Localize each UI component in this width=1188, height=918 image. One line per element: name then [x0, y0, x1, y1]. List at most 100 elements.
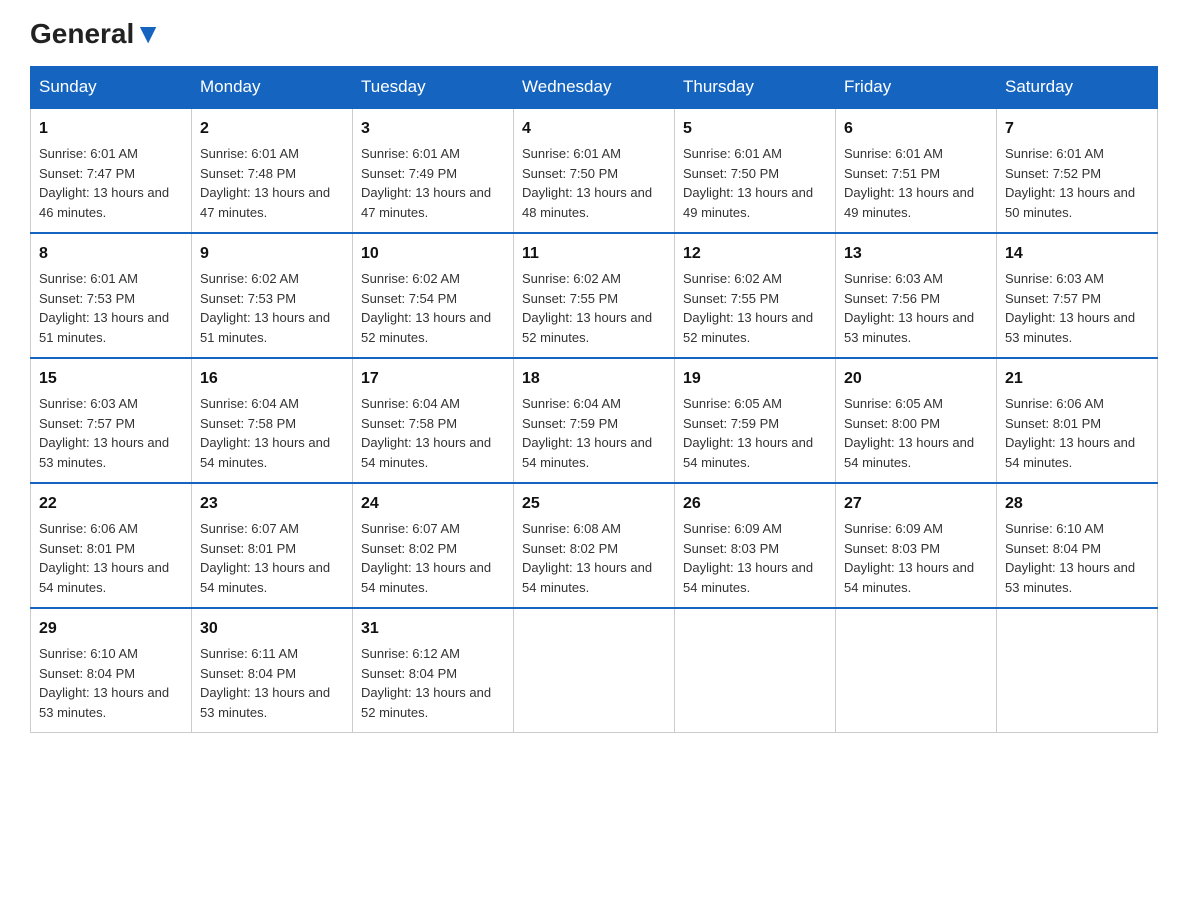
calendar-week-row: 29 Sunrise: 6:10 AMSunset: 8:04 PMDayligh…: [31, 608, 1158, 733]
day-info: Sunrise: 6:10 AMSunset: 8:04 PMDaylight:…: [1005, 519, 1149, 597]
day-number: 12: [683, 242, 827, 266]
calendar-cell: 18 Sunrise: 6:04 AMSunset: 7:59 PMDayligh…: [514, 358, 675, 483]
day-number: 8: [39, 242, 183, 266]
day-number: 7: [1005, 117, 1149, 141]
calendar-cell: 30 Sunrise: 6:11 AMSunset: 8:04 PMDayligh…: [192, 608, 353, 733]
calendar-day-header: Monday: [192, 67, 353, 109]
calendar-cell: 25 Sunrise: 6:08 AMSunset: 8:02 PMDayligh…: [514, 483, 675, 608]
day-number: 13: [844, 242, 988, 266]
day-number: 16: [200, 367, 344, 391]
calendar-cell: [514, 608, 675, 733]
calendar-week-row: 8Sunrise: 6:01 AMSunset: 7:53 PMDaylight…: [31, 233, 1158, 358]
calendar-cell: 15 Sunrise: 6:03 AMSunset: 7:57 PMDayligh…: [31, 358, 192, 483]
calendar-day-header: Wednesday: [514, 67, 675, 109]
calendar-cell: 6Sunrise: 6:01 AMSunset: 7:51 PMDaylight…: [836, 108, 997, 233]
day-number: 17: [361, 367, 505, 391]
day-info: Sunrise: 6:09 AMSunset: 8:03 PMDaylight:…: [683, 519, 827, 597]
day-number: 27: [844, 492, 988, 516]
day-number: 23: [200, 492, 344, 516]
day-info: Sunrise: 6:04 AMSunset: 7:58 PMDaylight:…: [361, 394, 505, 472]
calendar-cell: 14Sunrise: 6:03 AMSunset: 7:57 PMDayligh…: [997, 233, 1158, 358]
calendar-cell: 26 Sunrise: 6:09 AMSunset: 8:03 PMDayligh…: [675, 483, 836, 608]
page-header: General▼: [30, 20, 1158, 46]
calendar-cell: 1 Sunrise: 6:01 AMSunset: 7:47 PMDaylight…: [31, 108, 192, 233]
day-number: 25: [522, 492, 666, 516]
calendar-cell: 20 Sunrise: 6:05 AMSunset: 8:00 PMDayligh…: [836, 358, 997, 483]
day-info: Sunrise: 6:07 AMSunset: 8:02 PMDaylight:…: [361, 519, 505, 597]
calendar-cell: [997, 608, 1158, 733]
day-number: 9: [200, 242, 344, 266]
calendar-cell: 23 Sunrise: 6:07 AMSunset: 8:01 PMDayligh…: [192, 483, 353, 608]
calendar-week-row: 1 Sunrise: 6:01 AMSunset: 7:47 PMDaylight…: [31, 108, 1158, 233]
calendar-cell: 24 Sunrise: 6:07 AMSunset: 8:02 PMDayligh…: [353, 483, 514, 608]
logo-general: General▼: [30, 20, 162, 48]
day-number: 21: [1005, 367, 1149, 391]
day-number: 18: [522, 367, 666, 391]
day-number: 28: [1005, 492, 1149, 516]
day-number: 4: [522, 117, 666, 141]
day-info: Sunrise: 6:06 AMSunset: 8:01 PMDaylight:…: [39, 519, 183, 597]
day-info: Sunrise: 6:01 AMSunset: 7:50 PMDaylight:…: [683, 144, 827, 222]
day-info: Sunrise: 6:02 AMSunset: 7:53 PMDaylight:…: [200, 269, 344, 347]
day-info: Sunrise: 6:05 AMSunset: 7:59 PMDaylight:…: [683, 394, 827, 472]
day-number: 11: [522, 242, 666, 266]
day-number: 2: [200, 117, 344, 141]
calendar-cell: 28 Sunrise: 6:10 AMSunset: 8:04 PMDayligh…: [997, 483, 1158, 608]
day-info: Sunrise: 6:06 AMSunset: 8:01 PMDaylight:…: [1005, 394, 1149, 472]
day-info: Sunrise: 6:02 AMSunset: 7:55 PMDaylight:…: [683, 269, 827, 347]
day-number: 10: [361, 242, 505, 266]
logo-triangle-icon: ▼: [134, 18, 162, 49]
day-info: Sunrise: 6:01 AMSunset: 7:51 PMDaylight:…: [844, 144, 988, 222]
day-number: 19: [683, 367, 827, 391]
day-number: 1: [39, 117, 183, 141]
calendar-cell: 11 Sunrise: 6:02 AMSunset: 7:55 PMDayligh…: [514, 233, 675, 358]
calendar-cell: 16Sunrise: 6:04 AMSunset: 7:58 PMDayligh…: [192, 358, 353, 483]
day-number: 24: [361, 492, 505, 516]
calendar-cell: 4 Sunrise: 6:01 AMSunset: 7:50 PMDaylight…: [514, 108, 675, 233]
calendar-cell: [836, 608, 997, 733]
day-number: 26: [683, 492, 827, 516]
day-number: 15: [39, 367, 183, 391]
day-info: Sunrise: 6:09 AMSunset: 8:03 PMDaylight:…: [844, 519, 988, 597]
calendar-cell: 5 Sunrise: 6:01 AMSunset: 7:50 PMDaylight…: [675, 108, 836, 233]
day-info: Sunrise: 6:01 AMSunset: 7:50 PMDaylight:…: [522, 144, 666, 222]
day-info: Sunrise: 6:11 AMSunset: 8:04 PMDaylight:…: [200, 644, 344, 722]
day-number: 22: [39, 492, 183, 516]
day-number: 14: [1005, 242, 1149, 266]
day-info: Sunrise: 6:12 AMSunset: 8:04 PMDaylight:…: [361, 644, 505, 722]
calendar-cell: 2 Sunrise: 6:01 AMSunset: 7:48 PMDaylight…: [192, 108, 353, 233]
day-info: Sunrise: 6:03 AMSunset: 7:57 PMDaylight:…: [39, 394, 183, 472]
calendar-cell: 31 Sunrise: 6:12 AMSunset: 8:04 PMDayligh…: [353, 608, 514, 733]
calendar-table: SundayMondayTuesdayWednesdayThursdayFrid…: [30, 66, 1158, 733]
calendar-cell: 7 Sunrise: 6:01 AMSunset: 7:52 PMDaylight…: [997, 108, 1158, 233]
calendar-cell: 9 Sunrise: 6:02 AMSunset: 7:53 PMDaylight…: [192, 233, 353, 358]
calendar-header-row: SundayMondayTuesdayWednesdayThursdayFrid…: [31, 67, 1158, 109]
day-info: Sunrise: 6:01 AMSunset: 7:52 PMDaylight:…: [1005, 144, 1149, 222]
day-info: Sunrise: 6:07 AMSunset: 8:01 PMDaylight:…: [200, 519, 344, 597]
day-number: 29: [39, 617, 183, 641]
calendar-cell: 13Sunrise: 6:03 AMSunset: 7:56 PMDayligh…: [836, 233, 997, 358]
logo: General▼: [30, 20, 162, 46]
calendar-day-header: Saturday: [997, 67, 1158, 109]
calendar-week-row: 15 Sunrise: 6:03 AMSunset: 7:57 PMDayligh…: [31, 358, 1158, 483]
calendar-cell: 21 Sunrise: 6:06 AMSunset: 8:01 PMDayligh…: [997, 358, 1158, 483]
calendar-day-header: Thursday: [675, 67, 836, 109]
day-info: Sunrise: 6:01 AMSunset: 7:47 PMDaylight:…: [39, 144, 183, 222]
day-number: 20: [844, 367, 988, 391]
calendar-cell: 17 Sunrise: 6:04 AMSunset: 7:58 PMDayligh…: [353, 358, 514, 483]
calendar-cell: [675, 608, 836, 733]
day-info: Sunrise: 6:01 AMSunset: 7:48 PMDaylight:…: [200, 144, 344, 222]
day-number: 5: [683, 117, 827, 141]
calendar-cell: 8Sunrise: 6:01 AMSunset: 7:53 PMDaylight…: [31, 233, 192, 358]
day-info: Sunrise: 6:08 AMSunset: 8:02 PMDaylight:…: [522, 519, 666, 597]
day-number: 3: [361, 117, 505, 141]
calendar-cell: 29 Sunrise: 6:10 AMSunset: 8:04 PMDayligh…: [31, 608, 192, 733]
day-number: 31: [361, 617, 505, 641]
calendar-cell: 19 Sunrise: 6:05 AMSunset: 7:59 PMDayligh…: [675, 358, 836, 483]
day-number: 30: [200, 617, 344, 641]
day-info: Sunrise: 6:04 AMSunset: 7:59 PMDaylight:…: [522, 394, 666, 472]
calendar-cell: 27 Sunrise: 6:09 AMSunset: 8:03 PMDayligh…: [836, 483, 997, 608]
day-info: Sunrise: 6:10 AMSunset: 8:04 PMDaylight:…: [39, 644, 183, 722]
day-info: Sunrise: 6:02 AMSunset: 7:55 PMDaylight:…: [522, 269, 666, 347]
day-info: Sunrise: 6:05 AMSunset: 8:00 PMDaylight:…: [844, 394, 988, 472]
